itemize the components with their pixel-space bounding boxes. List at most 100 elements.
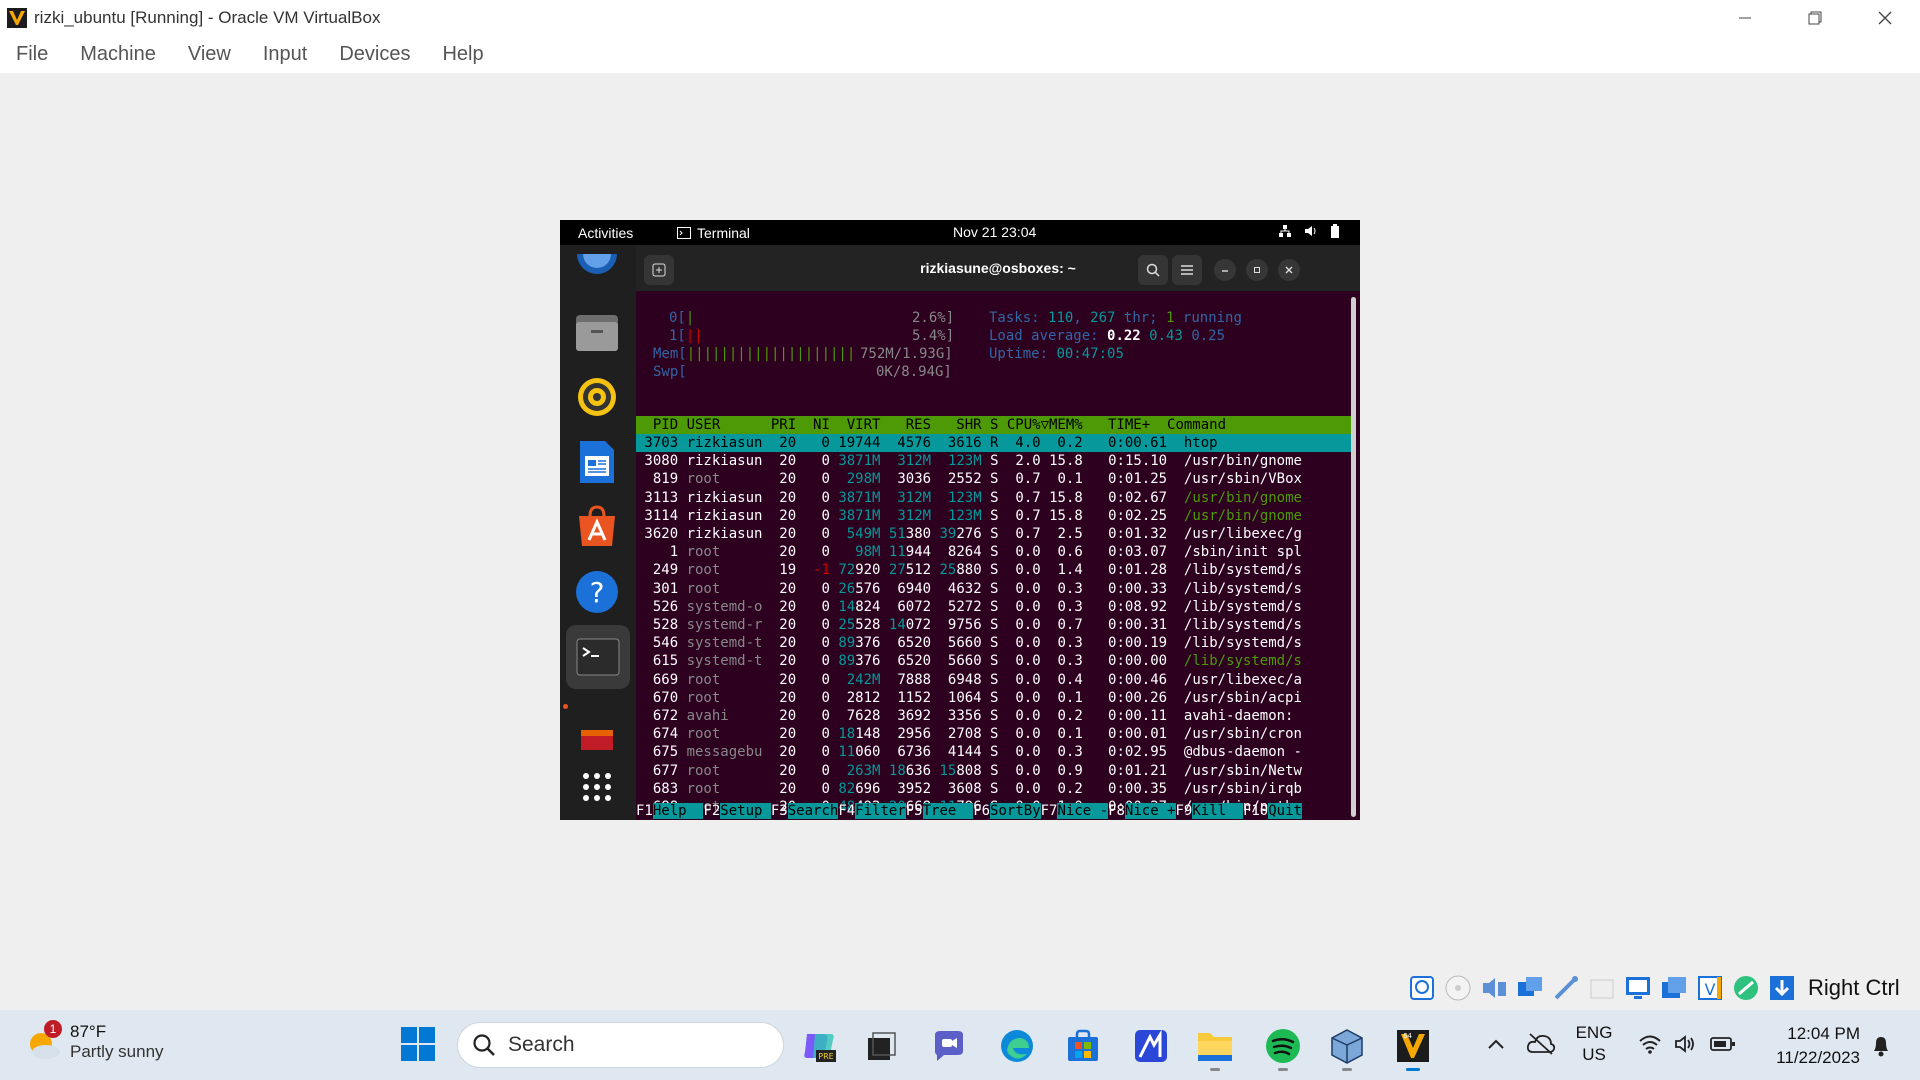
app-menu-terminal[interactable]: Terminal: [677, 225, 750, 241]
vm-screen[interactable]: Activities Terminal Nov 21 23:04 ? rizki…: [560, 220, 1360, 820]
process-row[interactable]: 675 messagebu 20 0 11060 6736 4144 S 0.0…: [636, 743, 1302, 761]
dock-terminal[interactable]: [566, 625, 630, 689]
terminal-menu-button[interactable]: [1172, 255, 1202, 285]
fkey-f1[interactable]: F1: [636, 803, 653, 819]
fkey-f9[interactable]: F9: [1176, 803, 1193, 819]
minimize-button[interactable]: [1710, 0, 1780, 35]
dock-rhythmbox[interactable]: [573, 373, 621, 421]
dock-thunderbird[interactable]: [573, 245, 621, 293]
process-row[interactable]: 3113 rizkiasun 20 0 3871M 312M 123M S 0.…: [636, 489, 1302, 507]
process-row-selected[interactable]: 3703 rizkiasun 20 0 19744 4576 3616 R 4.…: [636, 434, 1351, 452]
weather-widget[interactable]: 1 87°F Partly sunny: [26, 1020, 164, 1062]
menu-devices[interactable]: Devices: [323, 43, 426, 66]
process-row[interactable]: 528 systemd-r 20 0 25528 14072 9756 S 0.…: [636, 616, 1302, 634]
virtualbox-vm-button[interactable]: 64: [1394, 1027, 1432, 1071]
fkey-label[interactable]: Quit: [1268, 803, 1302, 819]
menu-view[interactable]: View: [172, 43, 247, 66]
download-icon[interactable]: [1766, 972, 1798, 1004]
optical-drive-icon[interactable]: [1442, 972, 1474, 1004]
taskbar-search[interactable]: Search: [457, 1022, 784, 1068]
file-explorer-button[interactable]: [1196, 1027, 1234, 1071]
process-row[interactable]: 683 root 20 0 82696 3952 3608 S 0.0 0.2 …: [636, 780, 1302, 798]
process-row[interactable]: 670 root 20 0 2812 1152 1064 S 0.0 0.1 0…: [636, 689, 1302, 707]
menu-file[interactable]: File: [0, 43, 64, 66]
process-row[interactable]: 615 systemd-t 20 0 89376 6520 5660 S 0.0…: [636, 652, 1302, 670]
task-view-button[interactable]: [862, 1027, 900, 1065]
fkey-label[interactable]: Tree: [922, 803, 974, 819]
htop-screen[interactable]: 0[| 2.6%] 1[|| 5.4%] Mem[|||||||||||||||…: [636, 291, 1360, 820]
function-key-bar[interactable]: F1Help F2Setup F3SearchF4FilterF5Tree F6…: [636, 802, 1351, 820]
dock-files[interactable]: [573, 308, 621, 356]
terminal-close-button[interactable]: [1278, 259, 1300, 281]
fkey-f3[interactable]: F3: [771, 803, 788, 819]
terminal-minimize-button[interactable]: [1214, 259, 1236, 281]
terminal-window[interactable]: rizkiasune@osboxes: ~ 0[| 2.6%] 1[|| 5.4…: [636, 245, 1360, 820]
fkey-label[interactable]: Nice +: [1124, 803, 1176, 819]
process-row[interactable]: 3114 rizkiasun 20 0 3871M 312M 123M S 0.…: [636, 507, 1302, 525]
dock-help[interactable]: ?: [573, 568, 621, 616]
fkey-label[interactable]: Help: [652, 803, 704, 819]
menu-input[interactable]: Input: [247, 43, 323, 66]
process-table-header[interactable]: PID USER PRI NI VIRT RES SHR S CPU%▽MEM%…: [636, 416, 1351, 434]
fkey-label[interactable]: Kill: [1192, 803, 1243, 819]
clock[interactable]: 12:04 PM 11/22/2023: [1755, 1022, 1860, 1070]
dock-app-partial[interactable]: [573, 713, 621, 761]
notifications-button[interactable]: [1862, 1027, 1900, 1065]
usb-icon[interactable]: [1550, 972, 1582, 1004]
process-row[interactable]: 669 root 20 0 242M 7888 6948 S 0.0 0.4 0…: [636, 671, 1302, 689]
process-row[interactable]: 819 root 20 0 298M 3036 2552 S 0.7 0.1 0…: [636, 470, 1302, 488]
audio-icon[interactable]: [1478, 972, 1510, 1004]
network-adapter-icon[interactable]: [1514, 972, 1546, 1004]
restore-button[interactable]: [1780, 0, 1850, 35]
guest-additions-icon[interactable]: [1730, 972, 1762, 1004]
hard-disk-icon[interactable]: [1406, 972, 1438, 1004]
fkey-f8[interactable]: F8: [1108, 803, 1125, 819]
vpn-app-button[interactable]: [1132, 1027, 1170, 1065]
terminal-search-button[interactable]: [1138, 255, 1168, 285]
activities-button[interactable]: Activities: [578, 225, 633, 241]
fkey-f10[interactable]: F10: [1243, 803, 1268, 819]
edge-button[interactable]: [998, 1027, 1036, 1065]
fkey-f2[interactable]: F2: [703, 803, 720, 819]
process-row[interactable]: 3620 rizkiasun 20 0 549M 51380 39276 S 0…: [636, 525, 1302, 543]
process-row[interactable]: 526 systemd-o 20 0 14824 6072 5272 S 0.0…: [636, 598, 1302, 616]
guest-clock[interactable]: Nov 21 23:04: [953, 224, 1036, 240]
fkey-f7[interactable]: F7: [1041, 803, 1058, 819]
fkey-f5[interactable]: F5: [906, 803, 923, 819]
process-row[interactable]: 249 root 19 -1 72920 27512 25880 S 0.0 1…: [636, 561, 1302, 579]
teams-chat-button[interactable]: [930, 1027, 968, 1065]
show-hidden-icons-button[interactable]: [1476, 1025, 1516, 1063]
fkey-label[interactable]: SortBy: [990, 803, 1041, 819]
virtualbox-manager-button[interactable]: [1328, 1027, 1366, 1071]
fkey-label[interactable]: Nice -: [1057, 803, 1109, 819]
show-apps-button[interactable]: [573, 763, 621, 811]
input-language-indicator[interactable]: ENG US: [1566, 1022, 1622, 1066]
recording-icon[interactable]: [1658, 972, 1690, 1004]
dock-app-center[interactable]: [573, 502, 621, 550]
fkey-f4[interactable]: F4: [838, 803, 855, 819]
close-button[interactable]: [1850, 0, 1920, 35]
spotify-button[interactable]: [1264, 1027, 1302, 1071]
process-row[interactable]: 3080 rizkiasun 20 0 3871M 312M 123M S 2.…: [636, 452, 1302, 470]
guest-system-tray[interactable]: [1278, 224, 1340, 238]
fkey-label[interactable]: Search: [787, 803, 839, 819]
menu-machine[interactable]: Machine: [64, 43, 172, 66]
fkey-f6[interactable]: F6: [973, 803, 990, 819]
copilot-button[interactable]: PRE: [800, 1027, 838, 1065]
process-row[interactable]: 674 root 20 0 18148 2956 2708 S 0.0 0.1 …: [636, 725, 1302, 743]
quick-settings-button[interactable]: [1638, 1034, 1736, 1054]
display-icon[interactable]: [1622, 972, 1654, 1004]
process-row[interactable]: 546 systemd-t 20 0 89376 6520 5660 S 0.0…: [636, 634, 1302, 652]
start-button[interactable]: [398, 1024, 438, 1064]
onedrive-button[interactable]: [1516, 1025, 1566, 1063]
process-row[interactable]: 677 root 20 0 263M 18636 15808 S 0.0 0.9…: [636, 762, 1302, 780]
menu-help[interactable]: Help: [426, 43, 499, 66]
dock-libreoffice-writer[interactable]: [573, 438, 621, 486]
fkey-label[interactable]: Filter: [855, 803, 906, 819]
process-row[interactable]: 672 avahi 20 0 7628 3692 3356 S 0.0 0.2 …: [636, 707, 1294, 725]
fkey-label[interactable]: Setup: [720, 803, 771, 819]
process-row[interactable]: 301 root 20 0 26576 6940 4632 S 0.0 0.3 …: [636, 580, 1302, 598]
shared-folders-icon[interactable]: [1586, 972, 1618, 1004]
virtualization-icon[interactable]: V: [1694, 972, 1726, 1004]
terminal-scrollbar[interactable]: [1351, 297, 1356, 817]
